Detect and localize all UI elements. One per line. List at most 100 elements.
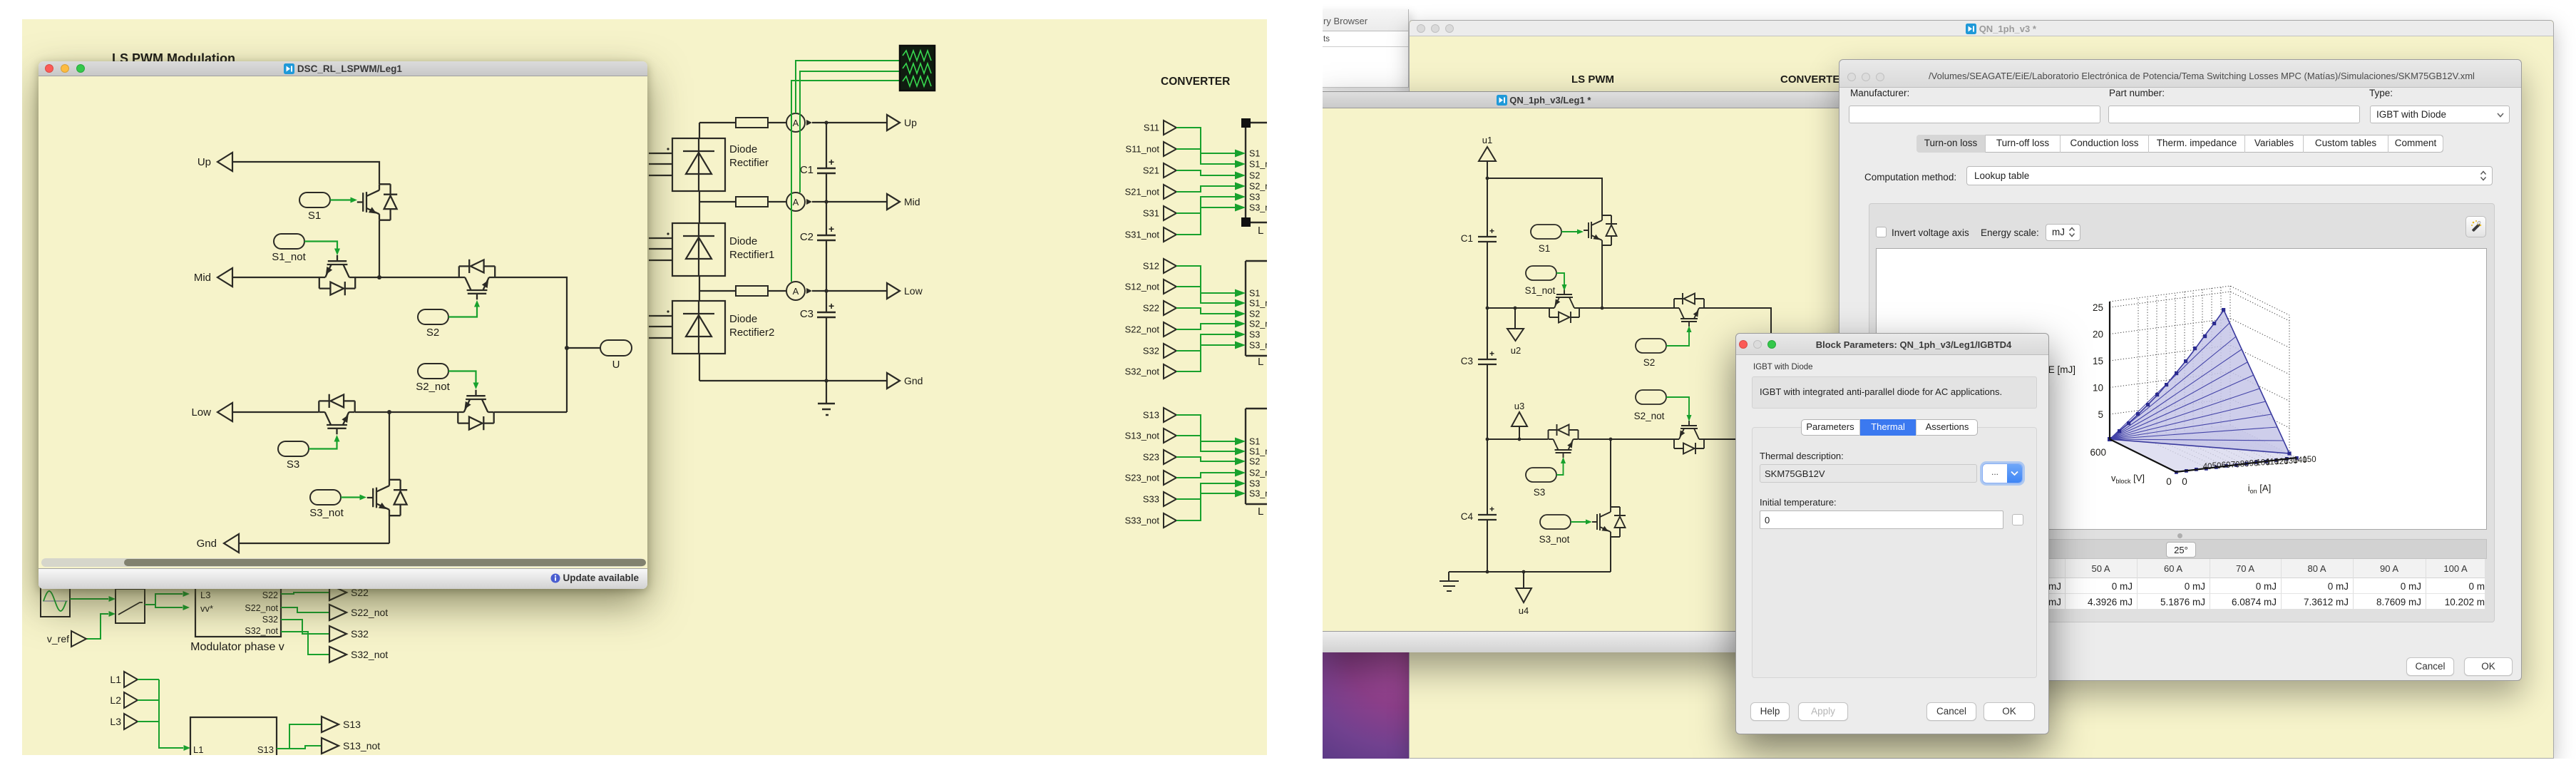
svg-text:S3_not: S3_not (1249, 489, 1267, 499)
svg-text:S3_not: S3_not (1539, 534, 1570, 545)
svg-text:v_ref: v_ref (47, 633, 69, 645)
svg-text:S22_not: S22_not (245, 603, 278, 613)
svg-text:A: A (793, 118, 799, 128)
svg-text:+: + (828, 223, 834, 235)
svg-text:S2_not: S2_not (1249, 319, 1267, 329)
svg-text:A: A (793, 197, 799, 207)
svg-text:L: L (1258, 356, 1263, 368)
svg-text:ion [A]: ion [A] (2248, 483, 2271, 495)
svg-text:C4: C4 (1461, 511, 1474, 522)
svg-text:Diode: Diode (729, 235, 757, 247)
svg-text:S12_not: S12_not (1125, 282, 1160, 292)
svg-text:Rectifier2: Rectifier2 (729, 327, 774, 339)
svg-text:50: 50 (2212, 462, 2222, 471)
svg-text:S31_not: S31_not (1125, 230, 1160, 240)
svg-text:S12: S12 (1143, 261, 1159, 272)
svg-text:S22_not: S22_not (351, 607, 388, 618)
svg-text:S1: S1 (1539, 243, 1551, 254)
svg-text:25: 25 (2093, 302, 2103, 313)
svg-text:S32_not: S32_not (245, 626, 278, 636)
svg-text:S2_not: S2_not (1249, 182, 1267, 192)
svg-text:S32_not: S32_not (1125, 366, 1160, 377)
svg-text:5: 5 (2098, 409, 2103, 420)
svg-text:S3: S3 (1249, 330, 1260, 340)
svg-text:S33_not: S33_not (1125, 515, 1160, 526)
svg-text:20: 20 (2093, 329, 2103, 340)
svg-text:0: 0 (2182, 476, 2187, 487)
svg-text:S3: S3 (1534, 487, 1546, 498)
svg-text:L3: L3 (200, 590, 210, 600)
svg-text:S3: S3 (1249, 479, 1260, 489)
svg-text:S1_not: S1_not (1249, 160, 1267, 170)
svg-text:A: A (793, 286, 799, 297)
svg-text:S13_not: S13_not (343, 740, 380, 751)
svg-text:u3: u3 (1514, 401, 1524, 411)
svg-text:S1_not: S1_not (272, 251, 306, 263)
svg-text:S13: S13 (343, 719, 361, 730)
svg-text:L2: L2 (110, 694, 121, 706)
svg-text:S2_not: S2_not (416, 381, 450, 393)
svg-text:S2: S2 (1249, 309, 1260, 319)
svg-text:+: + (1489, 226, 1494, 236)
svg-text:S1_not: S1_not (1249, 299, 1267, 309)
svg-text:Rectifier1: Rectifier1 (729, 249, 774, 261)
svg-text:150: 150 (2302, 456, 2316, 464)
svg-text:Mid: Mid (904, 196, 920, 207)
svg-text:S1_not: S1_not (1525, 285, 1556, 296)
svg-text:S3: S3 (1249, 193, 1260, 202)
svg-text:U: U (612, 359, 620, 371)
svg-text:S2: S2 (1643, 357, 1656, 368)
svg-text:L3: L3 (110, 716, 121, 727)
svg-text:+: + (1489, 504, 1494, 514)
svg-text:0: 0 (2166, 476, 2172, 487)
svg-text:u4: u4 (1519, 605, 1529, 616)
svg-text:S3_not: S3_not (1249, 341, 1267, 351)
svg-text:u2: u2 (1511, 345, 1521, 356)
svg-text:S2: S2 (1249, 171, 1260, 181)
svg-text:600: 600 (2090, 447, 2106, 458)
svg-text:S1: S1 (308, 210, 321, 222)
svg-text:S2_not: S2_not (1249, 468, 1267, 478)
svg-text:+: + (828, 156, 834, 168)
svg-text:S1_not: S1_not (1249, 447, 1267, 457)
svg-text:L1: L1 (110, 674, 121, 685)
svg-text:L1: L1 (193, 744, 203, 755)
svg-text:S23_not: S23_not (1125, 473, 1160, 483)
svg-text:15: 15 (2093, 356, 2103, 366)
svg-text:S11: S11 (1144, 123, 1159, 133)
svg-text:C3: C3 (800, 308, 814, 320)
svg-text:S1: S1 (1249, 437, 1260, 447)
svg-text:S32_not: S32_not (351, 649, 388, 660)
svg-text:S22_not: S22_not (1125, 324, 1160, 335)
svg-text:Gnd: Gnd (197, 538, 217, 550)
svg-text:Up: Up (904, 117, 917, 128)
svg-text:S3_not: S3_not (1249, 203, 1267, 213)
svg-text:S32: S32 (351, 628, 369, 640)
svg-text:S2: S2 (1249, 457, 1260, 467)
svg-text:vblock [V]: vblock [V] (2111, 473, 2145, 485)
svg-text:u1: u1 (1482, 135, 1492, 145)
svg-text:S22: S22 (1143, 303, 1159, 314)
svg-text:S2: S2 (426, 327, 439, 339)
svg-text:vv*: vv* (200, 603, 213, 614)
svg-text:S23: S23 (1143, 452, 1159, 463)
svg-text:C3: C3 (1461, 356, 1473, 366)
svg-text:S13: S13 (257, 744, 274, 755)
svg-text:S3_not: S3_not (309, 507, 344, 519)
svg-text:70: 70 (2231, 461, 2240, 469)
svg-text:Low: Low (191, 406, 211, 419)
svg-text:S11_not: S11_not (1126, 144, 1160, 155)
svg-text:L: L (1258, 225, 1263, 237)
svg-text:40: 40 (2203, 463, 2212, 471)
svg-text:E [mJ]: E [mJ] (2048, 364, 2075, 375)
svg-text:S1: S1 (1249, 289, 1260, 299)
svg-text:S13: S13 (1143, 410, 1159, 421)
svg-text:S2_not: S2_not (1634, 411, 1665, 421)
svg-text:Mid: Mid (194, 272, 211, 284)
svg-text:Diode: Diode (729, 313, 757, 325)
svg-text:S31: S31 (1143, 208, 1159, 219)
svg-text:80: 80 (2240, 460, 2249, 468)
svg-text:S1: S1 (1249, 149, 1260, 159)
svg-text:Up: Up (197, 156, 211, 168)
svg-text:CONVERTER: CONVERTER (1161, 76, 1230, 88)
